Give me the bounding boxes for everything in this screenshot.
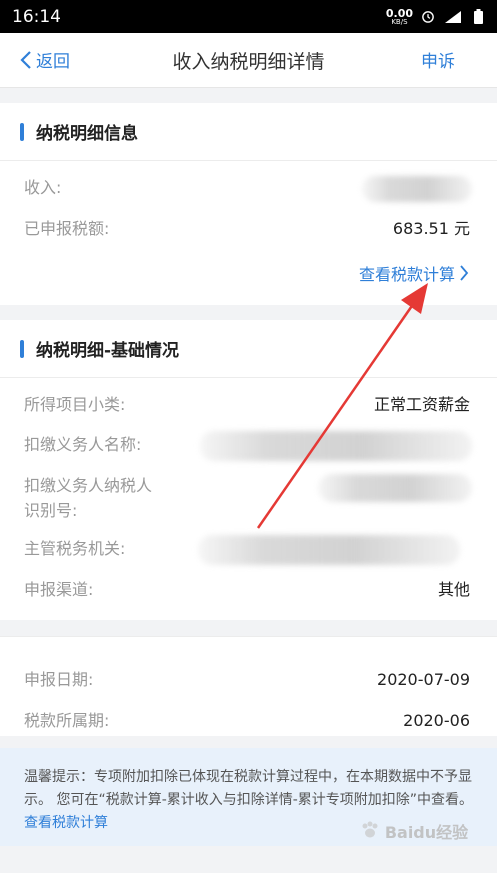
annotation-arrow	[256, 283, 428, 529]
